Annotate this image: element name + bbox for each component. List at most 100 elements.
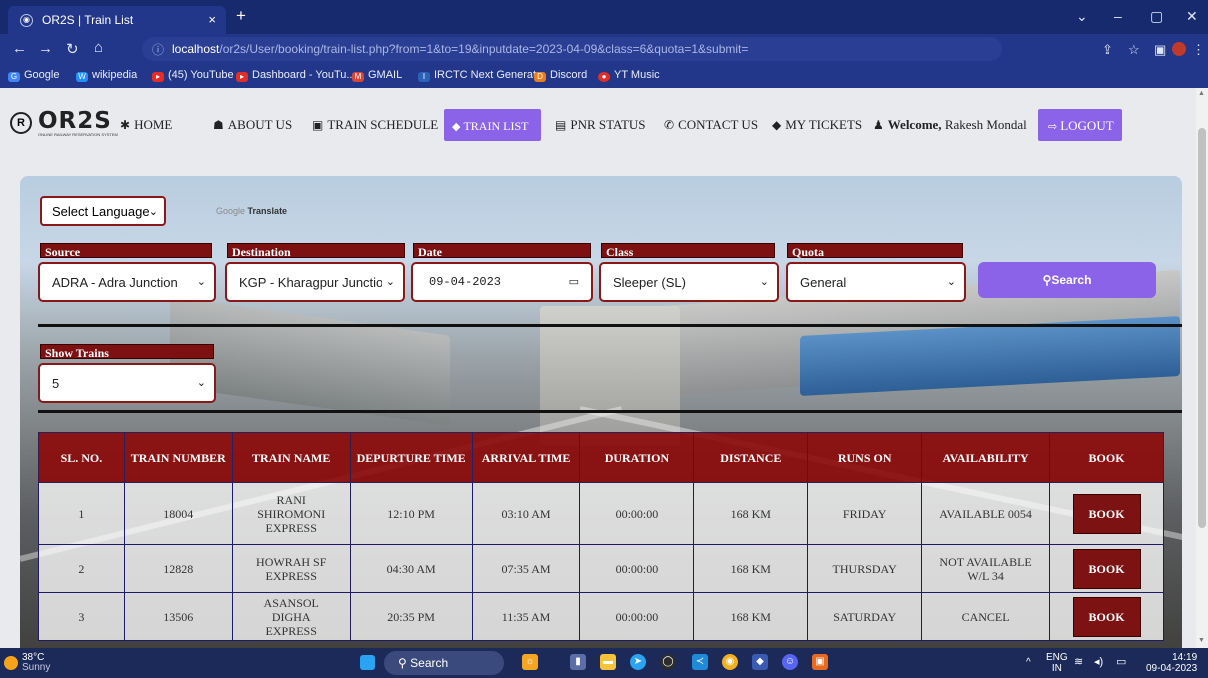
source-label: Source [40, 243, 212, 259]
file-explorer-icon[interactable]: ▬ [600, 654, 616, 670]
widgets-icon[interactable]: ☼ [522, 654, 538, 670]
page-scrollbar[interactable]: ▲ ▼ [1196, 88, 1208, 648]
bookmark-google[interactable]: G Google [8, 69, 59, 82]
book-button[interactable]: BOOK [1072, 596, 1141, 637]
site-logo[interactable]: R OR2S ONLINE RAILWAY RESERVATION SYSTEM [10, 108, 118, 138]
wifi-icon[interactable]: ≋ [1074, 657, 1083, 668]
back-icon[interactable]: ← [12, 40, 27, 57]
reload-icon[interactable]: ↻ [66, 40, 79, 58]
scroll-up-icon[interactable]: ▲ [1198, 90, 1205, 97]
tab-title: OR2S | Train List [42, 13, 134, 27]
chevron-down-icon: ⌄ [759, 276, 769, 288]
site-info-icon[interactable]: ⓘ [152, 41, 164, 58]
search-button[interactable]: ⚲Search [978, 262, 1156, 298]
bookmark-gmail[interactable]: M GMAIL [352, 69, 402, 82]
table-row: 2 12828 HOWRAH SF EXPRESS 04:30 AM 07:35… [38, 544, 1164, 593]
search-icon: ⚲ [398, 656, 407, 670]
col-sl-no: SL. NO. [38, 432, 125, 483]
menu-kebab-icon[interactable]: ⋮ [1192, 42, 1205, 58]
taskbar-search[interactable]: ⚲ Search [384, 651, 504, 675]
nav-home[interactable]: ✱ HOME [120, 117, 172, 133]
share-icon[interactable]: ⇪ [1102, 42, 1113, 58]
vscode-icon[interactable]: ≺ [692, 654, 708, 670]
discord-icon[interactable]: ☺ [782, 654, 798, 670]
logout-button[interactable]: ⇨ LOGOUT [1038, 109, 1122, 141]
train-icon: ▣ [312, 118, 324, 132]
logout-icon: ⇨ [1048, 120, 1058, 133]
tray-chevron-icon[interactable]: ^ [1026, 657, 1031, 668]
tab-search-chevron-icon[interactable]: ⌄ [1076, 8, 1088, 25]
bookmark-irctc[interactable]: I IRCTC Next Generat... [418, 69, 545, 82]
nav-about-us[interactable]: ☗ ABOUT US [213, 117, 292, 133]
calendar-icon[interactable]: ▭ [569, 275, 579, 288]
cell-train-number: 13506 [123, 592, 233, 641]
language-indicator[interactable]: ENG IN [1046, 652, 1068, 674]
destination-label: Destination [227, 243, 405, 259]
clock[interactable]: 14:19 09-04-2023 [1146, 652, 1197, 674]
cell-runs-on: SATURDAY [807, 592, 923, 641]
tab-favicon-icon: ◉ [20, 14, 33, 27]
bookmark-dashboard[interactable]: ▸ Dashboard - YouTu... [236, 69, 356, 82]
cell-book: BOOK [1049, 482, 1164, 545]
select-language-dropdown[interactable]: Select Language ⌄ [40, 196, 166, 226]
bookmark-yt-music[interactable]: ● YT Music [598, 69, 660, 82]
ticket-icon: ◆ [772, 118, 782, 132]
quota-select[interactable]: General ⌄ [786, 262, 966, 302]
url-input[interactable]: ⓘ localhost/or2s/User/booking/train-list… [142, 37, 1002, 61]
table-row: 1 18004 RANI SHIROMONI EXPRESS 12:10 PM … [38, 482, 1164, 545]
col-arrival-time: ARRIVAL TIME [471, 432, 581, 483]
date-label: Date [413, 243, 591, 259]
github-icon[interactable]: ◯ [660, 654, 676, 670]
col-duration: DURATION [579, 432, 695, 483]
cell-availability: NOT AVAILABLE W/L 34 [921, 544, 1051, 593]
task-view-icon[interactable]: ▮ [570, 654, 586, 670]
new-tab-button[interactable]: + [236, 6, 246, 26]
nav-train-list[interactable]: ◆ TRAIN LIST [444, 109, 541, 141]
book-button[interactable]: BOOK [1072, 548, 1141, 589]
tab-close-icon[interactable]: × [208, 12, 216, 27]
col-departure-time: DEPURTURE TIME [349, 432, 473, 483]
browser-tab[interactable]: ◉ OR2S | Train List × [8, 6, 226, 34]
home-icon[interactable]: ⌂ [94, 39, 103, 56]
table-header-row: SL. NO. TRAIN NUMBER TRAIN NAME DEPURTUR… [38, 432, 1164, 483]
nav-my-tickets[interactable]: ◆ MY TICKETS [772, 117, 862, 133]
scrollbar-thumb[interactable] [1198, 128, 1206, 528]
cell-departure: 20:35 PM [349, 592, 473, 641]
source-select[interactable]: ADRA - Adra Junction ⌄ [38, 262, 216, 302]
bookmark-wikipedia[interactable]: Wwikipedia [76, 69, 137, 82]
quota-label: Quota [787, 243, 963, 259]
date-input[interactable]: 09-04-2023 ▭ [411, 262, 593, 302]
forward-icon[interactable]: → [38, 40, 53, 57]
nav-train-schedule[interactable]: ▣ TRAIN SCHEDULE [312, 117, 438, 133]
chrome-icon[interactable]: ◉ [722, 654, 738, 670]
sidebar-icon[interactable]: ▣ [1154, 42, 1166, 58]
minimize-icon[interactable]: – [1114, 8, 1122, 24]
volume-icon[interactable]: ◂) [1094, 657, 1103, 668]
telegram-icon[interactable]: ➤ [630, 654, 646, 670]
col-availability: AVAILABILITY [921, 432, 1051, 483]
scroll-down-icon[interactable]: ▼ [1198, 637, 1205, 644]
weather-widget[interactable]: 38°C Sunny [22, 653, 50, 673]
class-select[interactable]: Sleeper (SL) ⌄ [599, 262, 779, 302]
show-trains-select[interactable]: 5 ⌄ [38, 363, 216, 403]
battery-icon[interactable]: ▭ [1116, 657, 1126, 668]
profile-avatar-icon[interactable] [1172, 42, 1186, 56]
browser-tab-strip: ◉ OR2S | Train List × + ⌄ – ▢ ✕ [0, 0, 1208, 34]
logo-text: OR2S [38, 108, 112, 134]
user-icon: ♟ [873, 118, 884, 132]
chevron-down-icon: ⌄ [946, 276, 956, 288]
cell-sl: 3 [38, 592, 125, 641]
nav-pnr-status[interactable]: ▤ PNR STATUS [555, 117, 646, 133]
destination-select[interactable]: KGP - Kharagpur Junction ⌄ [225, 262, 405, 302]
cell-sl: 1 [38, 482, 125, 545]
bookmark-star-icon[interactable]: ☆ [1128, 42, 1140, 58]
book-button[interactable]: BOOK [1072, 493, 1141, 534]
bookmark-youtube[interactable]: ▸ (45) YouTube [152, 69, 234, 82]
close-window-icon[interactable]: ✕ [1186, 8, 1198, 25]
nav-contact-us[interactable]: ✆ CONTACT US [664, 117, 758, 133]
windows-start-icon[interactable] [360, 655, 375, 670]
maximize-icon[interactable]: ▢ [1150, 8, 1163, 25]
app-icon[interactable]: ▣ [812, 654, 828, 670]
steam-icon[interactable]: ◆ [752, 654, 768, 670]
bookmark-discord[interactable]: D Discord [534, 69, 587, 82]
